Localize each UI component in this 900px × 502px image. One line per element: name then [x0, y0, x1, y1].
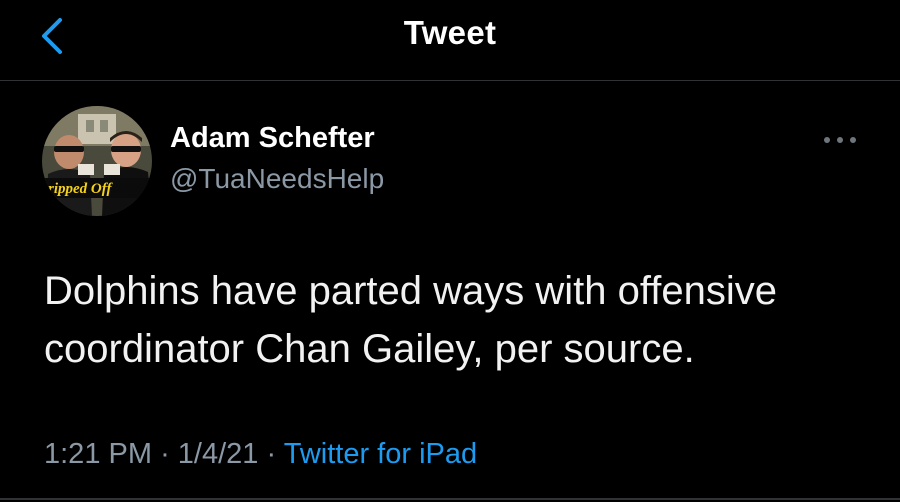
tweet-metadata: 1:21 PM · 1/4/21 · Twitter for iPad: [44, 438, 477, 471]
meta-separator: ·: [266, 438, 277, 470]
avatar-image: ripped Off: [42, 106, 152, 216]
meta-separator: ·: [160, 438, 170, 470]
tweet-time: 1:21 PM: [44, 438, 152, 470]
divider: [0, 498, 900, 500]
tweet-text: Dolphins have parted ways with offensive…: [44, 269, 778, 371]
avatar[interactable]: ripped Off: [42, 106, 152, 216]
top-bar: Tweet: [0, 0, 900, 81]
tweet-date: 1/4/21: [177, 438, 259, 470]
tweet-source-link[interactable]: Twitter for iPad: [284, 438, 477, 470]
author-name[interactable]: Adam Schefter: [170, 122, 375, 155]
more-horizontal-icon: [824, 137, 856, 143]
author-handle[interactable]: @TuaNeedsHelp: [170, 163, 384, 195]
more-options-button[interactable]: [818, 124, 862, 156]
avatar-caption: ripped Off: [48, 181, 113, 197]
page-title: Tweet: [403, 14, 497, 51]
